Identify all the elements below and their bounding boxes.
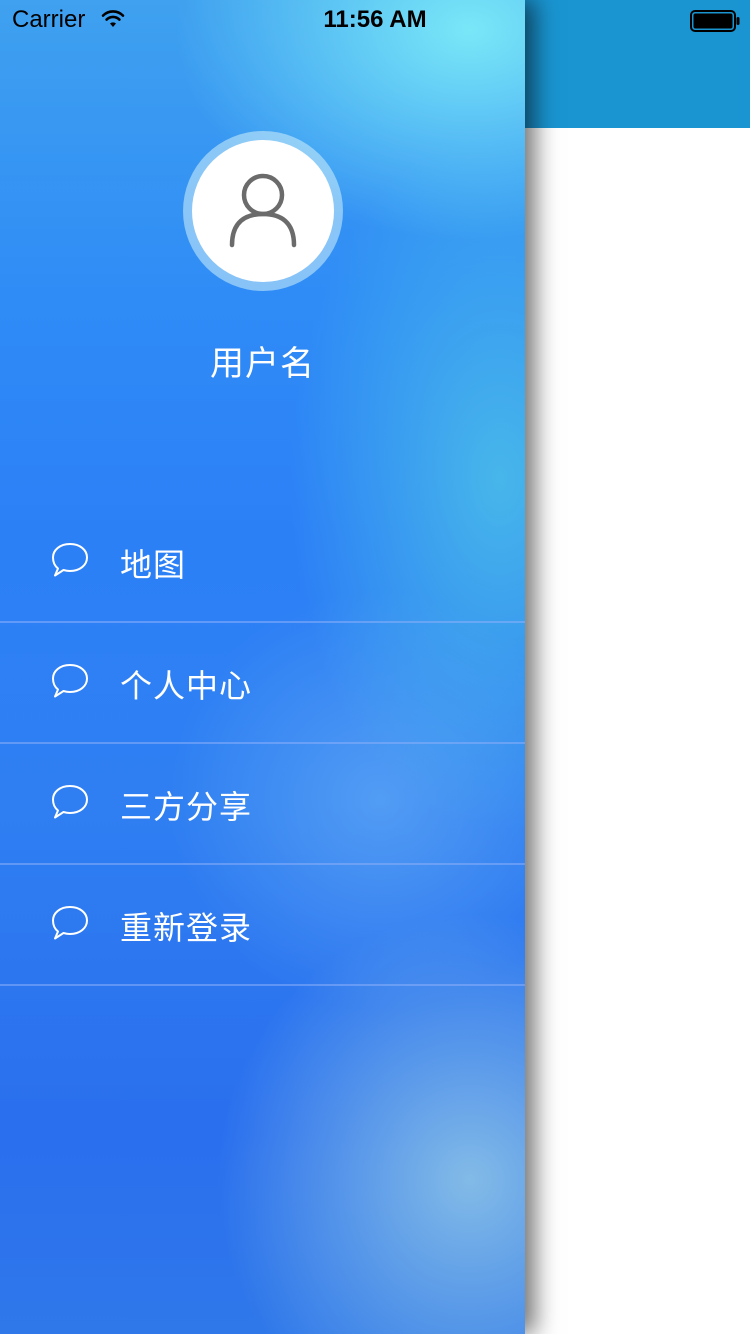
menu-item-label: 个人中心 bbox=[120, 667, 253, 705]
menu-item-label: 三方分享 bbox=[120, 788, 253, 826]
side-drawer: 用户名 地图 个人中心 三方分享 重新登录 bbox=[0, 0, 525, 1334]
avatar-ring bbox=[183, 131, 343, 291]
chat-bubble-icon bbox=[52, 543, 88, 577]
chat-bubble-icon bbox=[52, 785, 88, 819]
battery-icon bbox=[690, 10, 740, 32]
main-content bbox=[525, 0, 750, 1334]
clock: 11:56 AM bbox=[323, 6, 427, 33]
username-label[interactable]: 用户名 bbox=[0, 336, 525, 385]
status-bar: Carrier 11:56 AM bbox=[0, 0, 750, 40]
chat-bubble-icon bbox=[52, 664, 88, 698]
user-icon bbox=[229, 173, 297, 248]
menu-item-profile-center[interactable]: 个人中心 bbox=[0, 623, 525, 744]
chat-bubble-icon bbox=[52, 906, 88, 940]
menu-item-label: 重新登录 bbox=[120, 909, 253, 947]
drawer-menu: 地图 个人中心 三方分享 重新登录 bbox=[0, 502, 525, 986]
menu-item-share[interactable]: 三方分享 bbox=[0, 744, 525, 865]
menu-item-relogin[interactable]: 重新登录 bbox=[0, 865, 525, 986]
menu-item-label: 地图 bbox=[120, 546, 187, 584]
menu-item-map[interactable]: 地图 bbox=[0, 502, 525, 623]
avatar[interactable] bbox=[192, 140, 334, 282]
app-screen: Carrier 11:56 AM 用户名 地图 个人中心 三方分享 重新登录 bbox=[0, 0, 750, 1334]
